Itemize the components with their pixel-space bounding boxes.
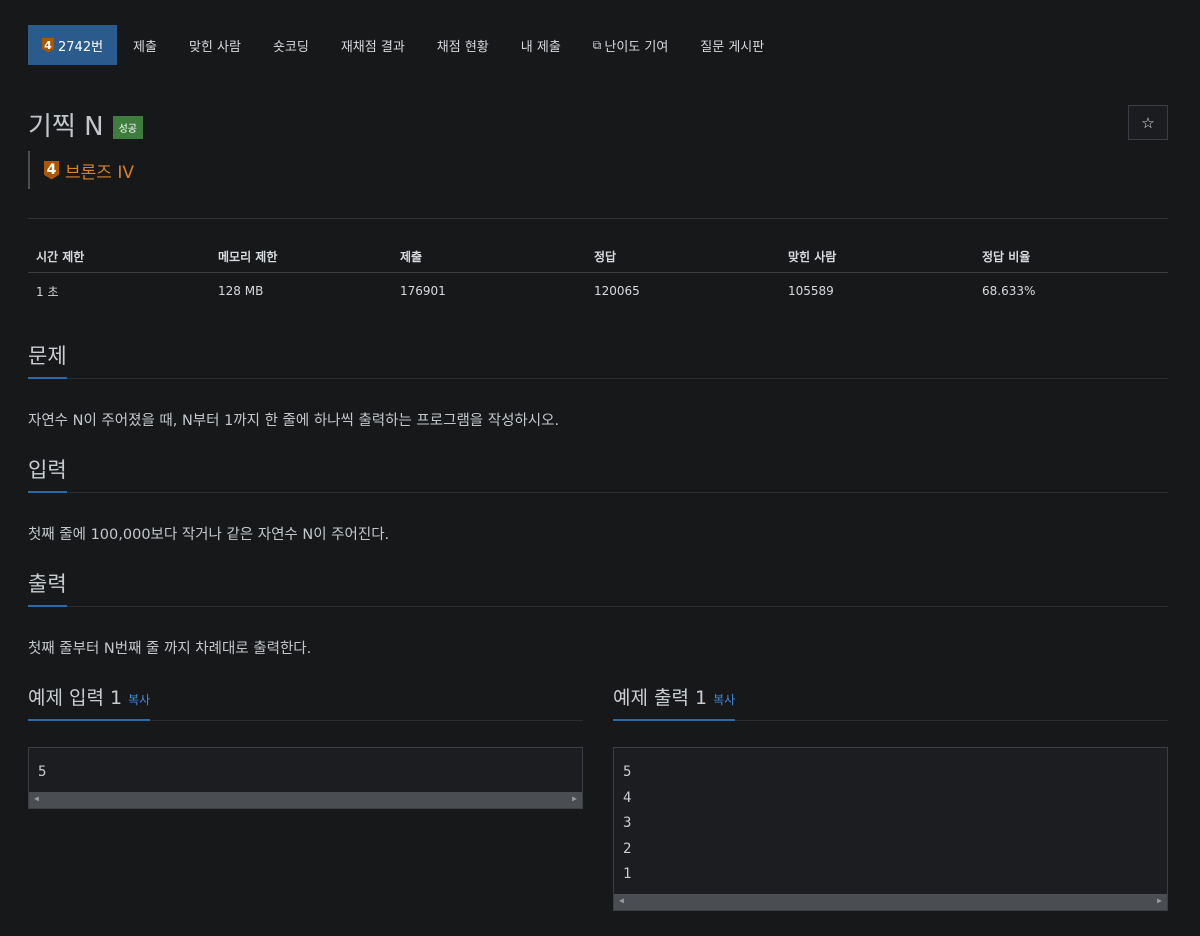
table-header-row: 시간 제한 메모리 제한 제출 정답 맞힌 사람 정답 비율 (28, 240, 1168, 273)
cell-solvers: 105589 (788, 284, 834, 298)
code-line: 5 (38, 764, 47, 780)
section-header: 입력 (28, 454, 1168, 493)
bronze-tier-icon: 4 (42, 37, 54, 53)
section-title: 문제 (28, 341, 67, 379)
divider (28, 218, 1168, 219)
nav-tab-difficulty-label: 난이도 기여 (604, 39, 669, 55)
nav-tab-submit[interactable]: 제출 (117, 25, 173, 65)
nav-tab-solvers[interactable]: 맞힌 사람 (173, 25, 257, 65)
nav-tab-my-submissions[interactable]: 내 제출 (505, 25, 577, 65)
scroll-right-icon[interactable]: ▶ (572, 794, 577, 803)
section-header: 문제 (28, 340, 1168, 379)
code-lines: 5 4 3 2 1 (614, 748, 1167, 894)
section-body: 첫째 줄에 100,000보다 작거나 같은 자연수 N이 주어진다. (28, 527, 390, 543)
section-header: 예제 출력 1 복사 (613, 682, 1168, 721)
code-line: 1 (623, 866, 632, 883)
code-line: 3 (623, 815, 632, 832)
sample-output: 예제 출력 1 복사 5 4 3 2 1 ◀ ▶ (613, 682, 1168, 911)
section-title: 예제 출력 1 복사 (613, 683, 736, 721)
header-solvers: 맞힌 사람 (780, 240, 974, 273)
header-submissions: 제출 (392, 240, 586, 273)
sample-input-code: 5 ◀ ▶ (28, 747, 583, 809)
nav-tab-short-coding-label: 숏코딩 (272, 39, 309, 55)
nav-tab-submit-label: 제출 (133, 39, 157, 55)
horizontal-scrollbar[interactable]: ◀ ▶ (614, 893, 1167, 910)
scroll-left-icon[interactable]: ◀ (34, 794, 39, 803)
section-title: 예제 입력 1 복사 (28, 683, 151, 721)
problem-info-table: 시간 제한 메모리 제한 제출 정답 맞힌 사람 정답 비율 1 초 128 M… (28, 240, 1168, 309)
problem-nav: 4 2742번 제출 맞힌 사람 숏코딩 재채점 결과 채점 현황 내 제출 ⧉… (28, 25, 780, 65)
section-description: 문제 자연수 N이 주어졌을 때, N부터 1까지 한 줄에 하나씩 출력하는 … (28, 340, 1168, 430)
nav-tab-rejudge[interactable]: 재채점 결과 (325, 25, 421, 65)
cell-accepted: 120065 (594, 284, 640, 298)
code-line: 5 (623, 764, 632, 780)
external-link-icon: ⧉ (592, 37, 602, 52)
tier-label[interactable]: 브론즈 IV (65, 158, 134, 183)
nav-tab-status[interactable]: 채점 현황 (421, 25, 505, 65)
nav-tab-problem[interactable]: 4 2742번 (28, 25, 118, 65)
copy-input-button[interactable]: 복사 (128, 693, 150, 707)
horizontal-scrollbar[interactable]: ◀ ▶ (29, 791, 582, 808)
favorite-star-button[interactable]: ☆ (1128, 105, 1168, 140)
header-accepted: 정답 (586, 240, 780, 273)
star-icon: ☆ (1141, 113, 1155, 132)
status-badge: 성공 (112, 116, 143, 139)
cell-memory-limit: 128 MB (218, 284, 264, 298)
header-time-limit: 시간 제한 (28, 240, 210, 273)
section-body: 첫째 줄부터 N번째 줄 까지 차례대로 출력한다. (28, 641, 312, 657)
sample-input-title: 예제 입력 1 (28, 687, 123, 709)
cell-submissions: 176901 (400, 284, 446, 298)
table-row: 1 초 128 MB 176901 120065 105589 68.633% (28, 273, 1168, 310)
section-body: 자연수 N이 주어졌을 때, N부터 1까지 한 줄에 하나씩 출력하는 프로그… (28, 413, 560, 429)
copy-output-button[interactable]: 복사 (713, 693, 735, 707)
nav-tab-rejudge-label: 재채점 결과 (340, 39, 405, 55)
section-header: 예제 입력 1 복사 (28, 682, 583, 721)
section-output: 출력 첫째 줄부터 N번째 줄 까지 차례대로 출력한다. (28, 568, 1168, 658)
problem-title: 기찍 N (28, 112, 104, 142)
code-line: 2 (623, 840, 632, 857)
code-lines: 5 (29, 748, 582, 792)
nav-tab-short-coding[interactable]: 숏코딩 (257, 25, 325, 65)
section-header: 출력 (28, 568, 1168, 607)
section-title: 출력 (28, 569, 67, 607)
sample-output-code: 5 4 3 2 1 ◀ ▶ (613, 747, 1168, 911)
scroll-left-icon[interactable]: ◀ (619, 896, 624, 905)
nav-tab-status-label: 채점 현황 (436, 39, 489, 55)
nav-tab-my-submissions-label: 내 제출 (520, 39, 561, 55)
sample-input: 예제 입력 1 복사 5 ◀ ▶ (28, 682, 583, 809)
cell-time-limit: 1 초 (36, 284, 59, 299)
sample-output-title: 예제 출력 1 (613, 687, 708, 709)
header-memory-limit: 메모리 제한 (210, 240, 392, 273)
header-ratio: 정답 비율 (974, 240, 1168, 273)
bronze-tier-icon: 4 (44, 160, 59, 180)
problem-title-row: 기찍 N 성공 (28, 106, 143, 143)
nav-tab-problem-label: 2742번 (58, 39, 104, 55)
nav-tab-solvers-label: 맞힌 사람 (188, 39, 241, 55)
nav-tab-difficulty[interactable]: ⧉ 난이도 기여 (577, 25, 685, 65)
problem-tier: 4 브론즈 IV (28, 151, 134, 189)
scroll-right-icon[interactable]: ▶ (1157, 896, 1162, 905)
code-line: 4 (623, 789, 632, 806)
section-title: 입력 (28, 455, 67, 493)
cell-ratio: 68.633% (982, 284, 1036, 298)
section-input: 입력 첫째 줄에 100,000보다 작거나 같은 자연수 N이 주어진다. (28, 454, 1168, 544)
nav-tab-board[interactable]: 질문 게시판 (684, 25, 780, 65)
nav-tab-board-label: 질문 게시판 (700, 39, 765, 55)
